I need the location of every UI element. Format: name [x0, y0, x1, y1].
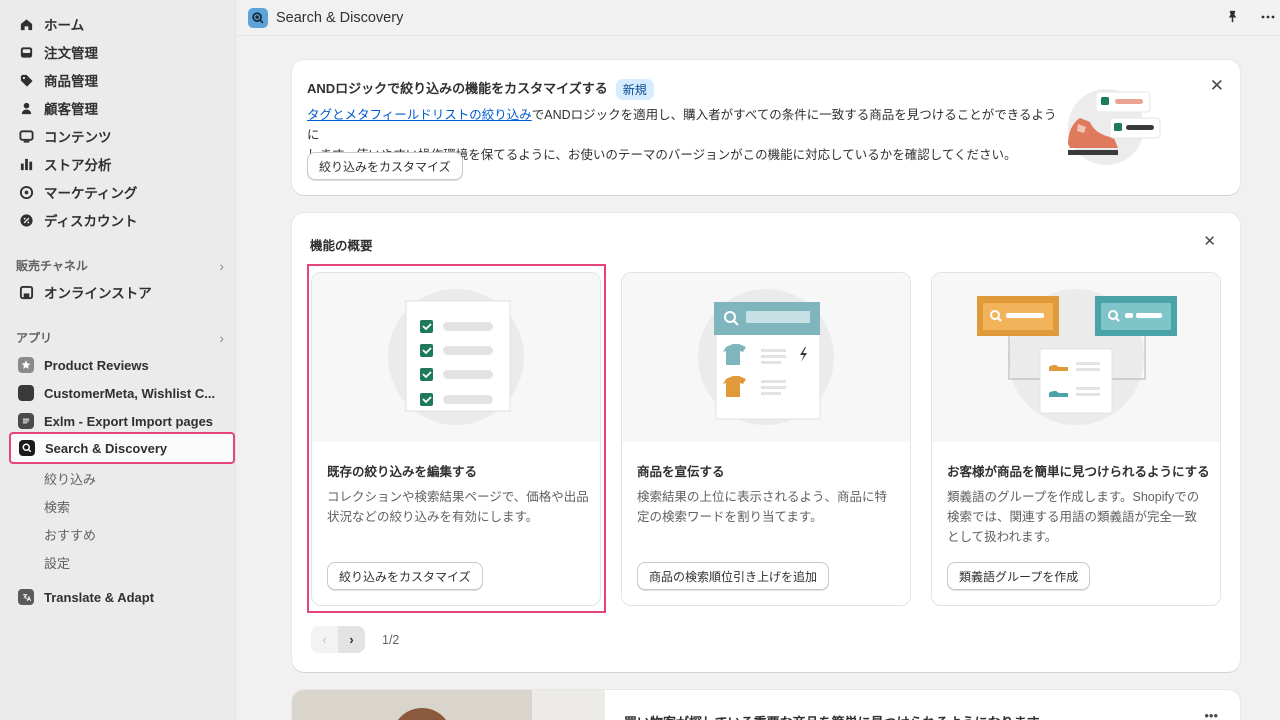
nav-discounts[interactable]: ディスカウント: [10, 207, 230, 233]
nav-label: ホーム: [44, 18, 85, 33]
next-page-button[interactable]: ›: [338, 626, 365, 653]
page-title: Search & Discovery: [276, 9, 404, 26]
bar-chart-icon: [18, 156, 34, 172]
synonyms-illustration: [932, 273, 1220, 442]
promo-image: [292, 690, 605, 720]
sales-channels-header[interactable]: 販売チャネル ›: [16, 257, 224, 274]
and-logic-banner: ANDロジックで絞り込みの機能をカスタマイズする 新規 タグとメタフィールドリスト…: [292, 60, 1240, 195]
app-topbar: Search & Discovery: [236, 0, 1280, 36]
feature-card-synonyms: お客様が商品を簡単に見つけられるようにする 類義語のグループを作成します。Sho…: [931, 272, 1221, 606]
close-icon[interactable]: ✕: [1203, 234, 1216, 249]
sub-item-settings[interactable]: 設定: [44, 553, 70, 572]
star-icon: [18, 357, 34, 373]
overview-title: 機能の概要: [310, 239, 373, 253]
inbox-icon: [18, 44, 34, 60]
feature-card-edit-filters: 既存の絞り込みを編集する コレクションや検索結果ページで、価格や出品状況などの絞…: [311, 272, 601, 606]
customize-filters-button[interactable]: 絞り込みをカスタマイズ: [307, 152, 463, 180]
sub-item-search[interactable]: 検索: [44, 497, 70, 516]
person-icon: [18, 100, 34, 116]
chevron-right-icon: ›: [219, 329, 224, 346]
more-icon[interactable]: •••: [1204, 708, 1218, 720]
feature-desc: 検索結果の上位に表示されるよう、商品に特定の検索ワードを割り当てます。: [637, 490, 888, 524]
discount-icon: [18, 212, 34, 228]
search-discovery-icon: [19, 440, 35, 456]
nav-analytics[interactable]: ストア分析: [10, 151, 230, 177]
nav-label: コンテンツ: [44, 130, 112, 145]
nav-customers[interactable]: 顧客管理: [10, 95, 230, 121]
sidebar: ホーム 注文管理 商品管理 顧客管理 コンテンツ ストア分析 マーケティング デ…: [0, 0, 236, 720]
promo-title: 買い物客が探している重要な商品を簡単に見つけられるようになります: [624, 712, 1040, 720]
nav-label: ストア分析: [44, 158, 112, 173]
app-logo-icon: [248, 7, 268, 28]
target-icon: [18, 184, 34, 200]
nav-label: ディスカウント: [44, 214, 138, 229]
nav-label: 商品管理: [44, 74, 98, 89]
filters-illustration: [312, 273, 600, 442]
nav-app-search-discovery[interactable]: Search & Discovery: [9, 432, 235, 464]
add-search-boost-button[interactable]: 商品の検索順位引き上げを追加: [637, 562, 830, 590]
nav-orders[interactable]: 注文管理: [10, 39, 230, 65]
home-icon: [18, 16, 34, 32]
chevron-right-icon: ›: [349, 632, 354, 647]
nav-label: CustomerMeta, Wishlist C...: [44, 385, 216, 401]
close-icon[interactable]: ✕: [1210, 77, 1224, 94]
banner-heading: ANDロジックで絞り込みの機能をカスタマイズする 新規: [307, 78, 654, 101]
nav-app-product-reviews[interactable]: Product Reviews: [10, 352, 230, 378]
shoe-filter-illustration: [1068, 89, 1161, 165]
nav-label: マーケティング: [44, 186, 138, 201]
translate-icon: [18, 589, 34, 605]
nav-label: Translate & Adapt: [44, 589, 155, 605]
sub-item-filters[interactable]: 絞り込み: [44, 469, 96, 488]
filters-link[interactable]: タグとメタフィールドリストの絞り込み: [307, 108, 532, 122]
more-icon[interactable]: [1260, 9, 1276, 28]
nav-products[interactable]: 商品管理: [10, 67, 230, 93]
feature-title: 商品を宣伝する: [637, 465, 725, 479]
prev-page-button[interactable]: ‹: [311, 626, 338, 653]
nav-label: 注文管理: [44, 46, 98, 61]
pin-icon[interactable]: [1225, 9, 1240, 27]
nav-online-store[interactable]: オンラインストア: [10, 279, 230, 305]
tag-icon: [18, 72, 34, 88]
sub-item-recommendations[interactable]: おすすめ: [44, 525, 96, 544]
apps-header[interactable]: アプリ ›: [16, 329, 224, 346]
nav-app-exlm[interactable]: Exlm - Export Import pages: [10, 408, 230, 434]
nav-label: 顧客管理: [44, 102, 98, 117]
nav-app-customermeta[interactable]: CustomerMeta, Wishlist C...: [10, 380, 230, 406]
app-icon: [18, 385, 34, 401]
nav-app-translate[interactable]: Translate & Adapt: [10, 584, 230, 610]
nav-label: Search & Discovery: [45, 440, 168, 456]
banner-title: ANDロジックで絞り込みの機能をカスタマイズする: [307, 81, 608, 96]
feature-desc: コレクションや検索結果ページで、価格や出品状況などの絞り込みを有効にします。: [327, 490, 589, 524]
export-icon: [18, 413, 34, 429]
feature-desc: 類義語のグループを作成します。Shopifyでの検索では、関連する用語の類義語が…: [947, 490, 1200, 544]
nav-content[interactable]: コンテンツ: [10, 123, 230, 149]
customize-filters-button[interactable]: 絞り込みをカスタマイズ: [327, 562, 483, 590]
new-badge: 新規: [615, 79, 654, 101]
store-icon: [18, 284, 34, 300]
feature-title: 既存の絞り込みを編集する: [327, 465, 478, 479]
nav-label: Product Reviews: [44, 357, 149, 373]
section-label: アプリ: [16, 331, 53, 345]
promote-illustration: [622, 273, 910, 442]
feature-title: お客様が商品を簡単に見つけられるようにする: [947, 465, 1210, 479]
pagination: ‹ ›: [311, 626, 365, 653]
nav-label: Exlm - Export Import pages: [44, 413, 214, 429]
bottom-promo-card: 買い物客が探している重要な商品を簡単に見つけられるようになります •••: [292, 690, 1240, 720]
feature-card-promote-products: 商品を宣伝する 検索結果の上位に表示されるよう、商品に特定の検索ワードを割り当て…: [621, 272, 911, 606]
section-label: 販売チャネル: [16, 259, 88, 273]
create-synonym-group-button[interactable]: 類義語グループを作成: [947, 562, 1091, 590]
chevron-left-icon: ‹: [322, 632, 327, 647]
page-indicator: 1/2: [382, 633, 400, 647]
nav-marketing[interactable]: マーケティング: [10, 179, 230, 205]
content-icon: [18, 128, 34, 144]
nav-home[interactable]: ホーム: [10, 11, 230, 37]
chevron-right-icon: ›: [219, 257, 224, 274]
nav-label: オンラインストア: [44, 286, 152, 301]
